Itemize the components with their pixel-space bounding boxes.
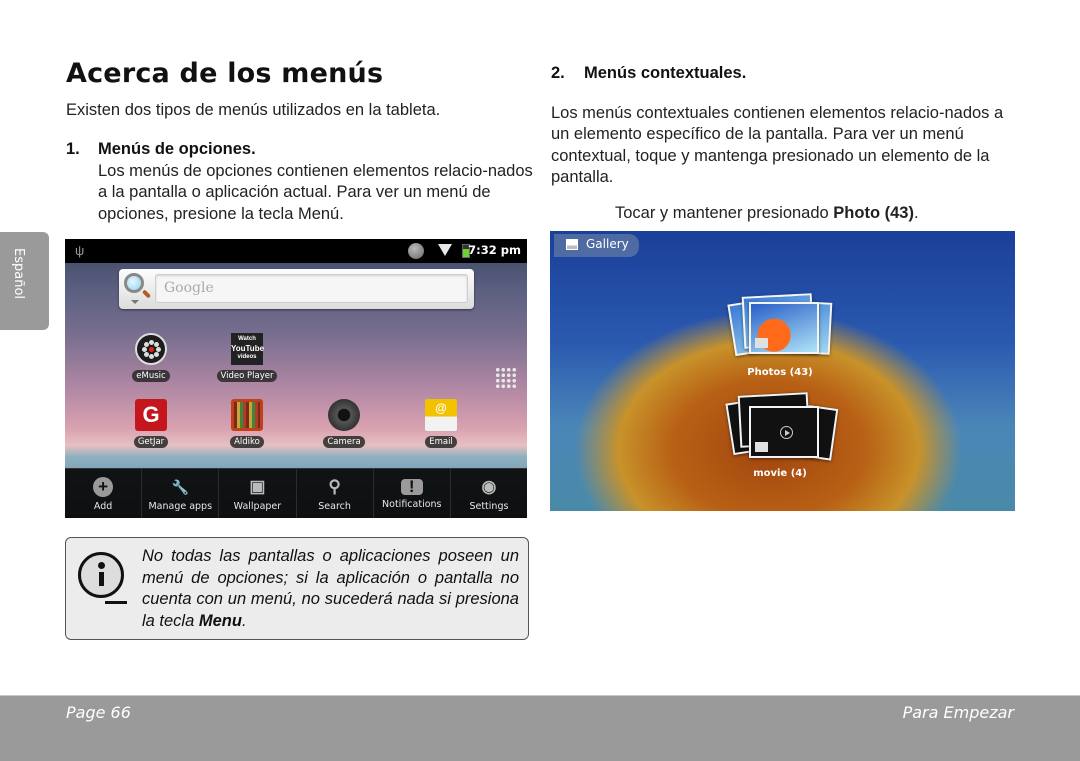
menu-item-label: Search: [318, 501, 351, 512]
note-menu-key: Menu: [198, 611, 242, 630]
app-getjar[interactable]: G GetJar: [111, 399, 191, 449]
app-label: Video Player: [216, 370, 278, 382]
home-screen-screenshot: ψ 7:32 pm Google eMusic Watch YouTube vi…: [65, 239, 527, 518]
search-sync-icon: [408, 243, 424, 259]
page-footer: Page 66 Para Empezar: [0, 695, 1080, 761]
yt-videos-text: videos: [237, 354, 257, 360]
section1-number: 1.: [66, 140, 80, 158]
emusic-icon: [135, 333, 167, 365]
folder-icon: [755, 338, 768, 348]
app-drawer-icon[interactable]: [495, 367, 517, 389]
gallery-title-bar[interactable]: Gallery: [554, 234, 639, 257]
email-icon: @: [425, 399, 457, 431]
app-label: Email: [425, 436, 457, 448]
caption-bold: Photo (43): [833, 204, 914, 222]
menu-item-label: Settings: [469, 501, 509, 512]
camera-icon: [328, 399, 360, 431]
app-label: eMusic: [132, 370, 170, 382]
getjar-icon: G: [135, 399, 167, 431]
photo-thumb-front: [749, 302, 819, 354]
yt-watch-text: Watch: [238, 336, 256, 342]
menu-item-label: Wallpaper: [233, 501, 282, 512]
magnifier-icon[interactable]: [124, 273, 144, 293]
menu-item-notifications[interactable]: ! Notifications: [374, 469, 451, 518]
photos-thumbnail-stack: [725, 293, 835, 357]
note-text: No todas las pantallas o aplicaciones po…: [142, 546, 519, 632]
menu-item-settings[interactable]: ◉ Settings: [451, 469, 527, 518]
wallpaper-icon: ▣: [249, 477, 266, 496]
app-camera[interactable]: Camera: [304, 399, 384, 449]
google-search-input[interactable]: Google: [155, 274, 468, 303]
notifications-icon: !: [400, 478, 423, 495]
info-icon: [78, 552, 127, 604]
gallery-screenshot: Gallery Photos (43) movie (4): [550, 231, 1015, 511]
section1-title: Menús de opciones.: [98, 140, 256, 158]
section-name: Para Empezar: [902, 703, 1014, 722]
note-box: No todas las pantallas o aplicaciones po…: [65, 537, 529, 640]
aldiko-icon: [231, 399, 263, 431]
page-number: Page 66: [66, 703, 131, 722]
note-text-end: .: [241, 611, 247, 630]
usb-icon: ψ: [75, 243, 85, 258]
gallery-title: Gallery: [586, 237, 629, 251]
album-label: Photos (43): [747, 367, 813, 378]
app-video-player[interactable]: Watch YouTube videos Video Player: [207, 333, 287, 383]
settings-icon: ◉: [481, 477, 497, 496]
gallery-caption: Tocar y mantener presionado Photo (43).: [615, 204, 919, 223]
section2-title: Menús contextuales.: [584, 64, 747, 82]
app-email[interactable]: @ Email: [401, 399, 481, 449]
language-tab[interactable]: Español: [0, 232, 49, 330]
status-bar: ψ 7:32 pm: [65, 239, 527, 263]
menu-item-add[interactable]: + Add: [65, 469, 143, 518]
album-movie[interactable]: movie (4): [720, 392, 840, 479]
movie-thumbnail-stack: [725, 392, 839, 461]
app-label: Aldiko: [230, 436, 264, 448]
status-time: 7:32 pm: [468, 243, 521, 257]
menu-item-label: Notifications: [382, 499, 442, 510]
caption-text: Tocar y mantener presionado: [615, 204, 834, 222]
menu-item-label: Manage apps: [148, 501, 213, 512]
menu-item-search[interactable]: ⚲ Search: [297, 469, 374, 518]
page-title: Acerca de los menús: [66, 58, 384, 89]
search-icon: ⚲: [328, 477, 341, 496]
section2-body: Los menús contextuales contienen element…: [551, 104, 1004, 186]
app-label: Camera: [323, 436, 365, 448]
section2-number: 2.: [551, 64, 565, 82]
gallery-icon: [566, 239, 578, 250]
album-label: movie (4): [753, 468, 807, 479]
menu-item-manage-apps[interactable]: 🔧 Manage apps: [142, 469, 220, 518]
album-photos[interactable]: Photos (43): [720, 293, 840, 378]
wifi-icon: [438, 244, 452, 256]
section1-heading: 1. Menús de opciones.: [66, 140, 256, 159]
search-placeholder: Google: [164, 280, 214, 296]
folder-icon: [755, 442, 768, 452]
youtube-icon: Watch YouTube videos: [231, 333, 265, 365]
options-menu: + Add 🔧 Manage apps ▣ Wallpaper ⚲ Search…: [65, 468, 527, 518]
app-emusic[interactable]: eMusic: [111, 333, 191, 383]
add-icon: +: [93, 477, 114, 497]
manage-apps-icon: 🔧: [171, 479, 189, 495]
yt-logo-text: YouTube: [231, 344, 265, 353]
intro-text: Existen dos tipos de menús utilizados en…: [66, 101, 441, 119]
video-thumb-front: [749, 406, 819, 458]
section1-body: Los menús de opciones contienen elemento…: [98, 162, 533, 223]
section2-heading: 2. Menús contextuales.: [551, 64, 746, 83]
google-search-widget[interactable]: Google: [119, 269, 474, 309]
app-label: GetJar: [133, 436, 169, 448]
app-aldiko[interactable]: Aldiko: [207, 399, 287, 449]
menu-item-wallpaper[interactable]: ▣ Wallpaper: [219, 469, 297, 518]
play-icon: [780, 426, 793, 439]
dropdown-arrow-icon[interactable]: [131, 300, 139, 304]
menu-item-label: Add: [93, 501, 113, 512]
caption-end: .: [913, 204, 919, 222]
language-tab-label: Español: [11, 248, 26, 300]
